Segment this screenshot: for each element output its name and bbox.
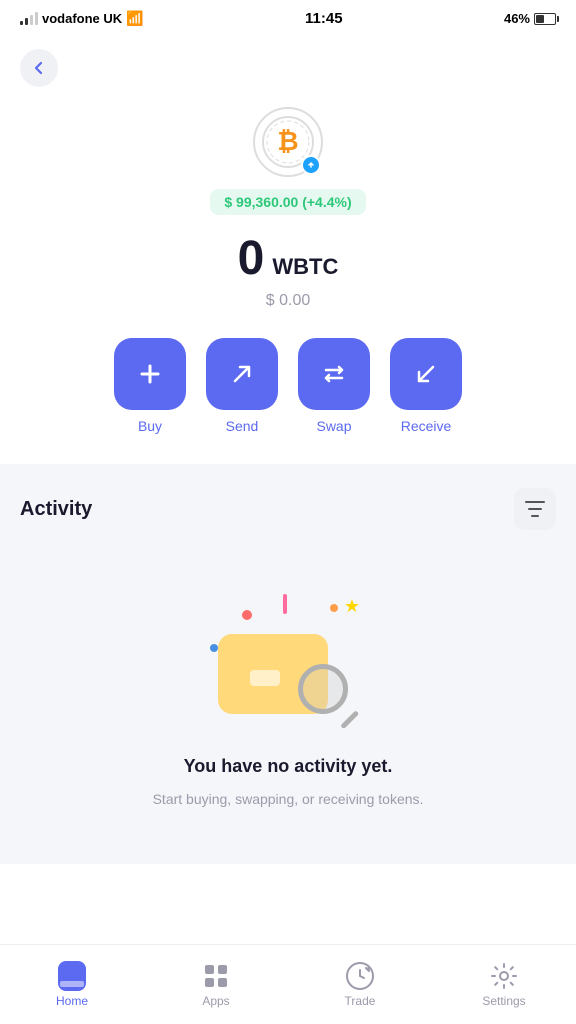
activity-header: Activity xyxy=(20,488,556,530)
swap-button[interactable] xyxy=(298,338,370,410)
receive-action[interactable]: Receive xyxy=(390,338,462,434)
nav-home-label: Home xyxy=(56,994,88,1008)
nav-settings[interactable]: Settings xyxy=(432,962,576,1008)
settings-icon xyxy=(490,962,518,990)
magnifier-handle xyxy=(340,710,359,729)
activity-title: Activity xyxy=(20,498,92,521)
balance-usd: $ 0.00 xyxy=(266,292,310,310)
apps-icon xyxy=(202,962,230,990)
receive-button[interactable] xyxy=(390,338,462,410)
header xyxy=(0,33,576,97)
trade-icon xyxy=(346,962,374,990)
nav-apps[interactable]: Apps xyxy=(144,962,288,1008)
back-button[interactable] xyxy=(20,49,58,87)
token-section: ₿ $ 99,360.00 (+4.4%) 0 WBTC $ 0.00 xyxy=(0,97,576,464)
magnifier-illustration xyxy=(298,664,368,734)
nav-home[interactable]: Home xyxy=(0,962,144,1008)
battery-info: 46% xyxy=(504,11,556,26)
action-buttons: Buy Send Swap xyxy=(114,338,462,434)
nav-apps-label: Apps xyxy=(202,994,229,1008)
battery-percent: 46% xyxy=(504,11,530,26)
deco-orange-dot xyxy=(330,604,338,612)
balance-display: 0 WBTC xyxy=(238,231,339,286)
buy-button[interactable] xyxy=(114,338,186,410)
swap-label: Swap xyxy=(316,418,351,434)
status-time: 11:45 xyxy=(305,10,343,27)
empty-illustration: ★ xyxy=(198,574,378,734)
token-icon-wrapper: ₿ xyxy=(253,107,323,177)
balance-number: 0 xyxy=(238,231,265,286)
empty-state: ★ You have no activity yet. Start buying… xyxy=(20,554,556,830)
activity-section: Activity ★ xyxy=(0,464,576,864)
battery-icon xyxy=(534,13,556,25)
carrier-info: vodafone UK 📶 xyxy=(20,10,144,27)
magnifier-circle xyxy=(298,664,348,714)
carrier-name: vodafone UK xyxy=(42,11,122,26)
balance-token: WBTC xyxy=(272,254,338,280)
signal-icon xyxy=(20,12,38,25)
swap-action[interactable]: Swap xyxy=(298,338,370,434)
network-badge xyxy=(301,155,321,175)
buy-label: Buy xyxy=(138,418,162,434)
price-badge: $ 99,360.00 (+4.4%) xyxy=(210,189,365,215)
receive-label: Receive xyxy=(401,418,452,434)
deco-pink-line xyxy=(283,594,287,614)
bottom-nav: Home Apps Trade xyxy=(0,944,576,1024)
deco-red-dot xyxy=(242,610,252,620)
nav-settings-label: Settings xyxy=(482,994,525,1008)
status-bar: vodafone UK 📶 11:45 46% xyxy=(0,0,576,33)
nav-trade-label: Trade xyxy=(345,994,376,1008)
wallet-chip-illustration xyxy=(250,670,280,686)
deco-blue-dot xyxy=(210,644,218,652)
send-action[interactable]: Send xyxy=(206,338,278,434)
empty-subtitle: Start buying, swapping, or receiving tok… xyxy=(153,789,424,810)
buy-action[interactable]: Buy xyxy=(114,338,186,434)
send-button[interactable] xyxy=(206,338,278,410)
send-label: Send xyxy=(226,418,259,434)
deco-star: ★ xyxy=(344,596,360,617)
wifi-icon: 📶 xyxy=(126,10,143,27)
main-content: ₿ $ 99,360.00 (+4.4%) 0 WBTC $ 0.00 xyxy=(0,33,576,977)
empty-title: You have no activity yet. xyxy=(184,756,393,777)
svg-text:₿: ₿ xyxy=(277,126,298,156)
home-icon xyxy=(58,962,86,990)
filter-button[interactable] xyxy=(514,488,556,530)
nav-trade[interactable]: Trade xyxy=(288,962,432,1008)
